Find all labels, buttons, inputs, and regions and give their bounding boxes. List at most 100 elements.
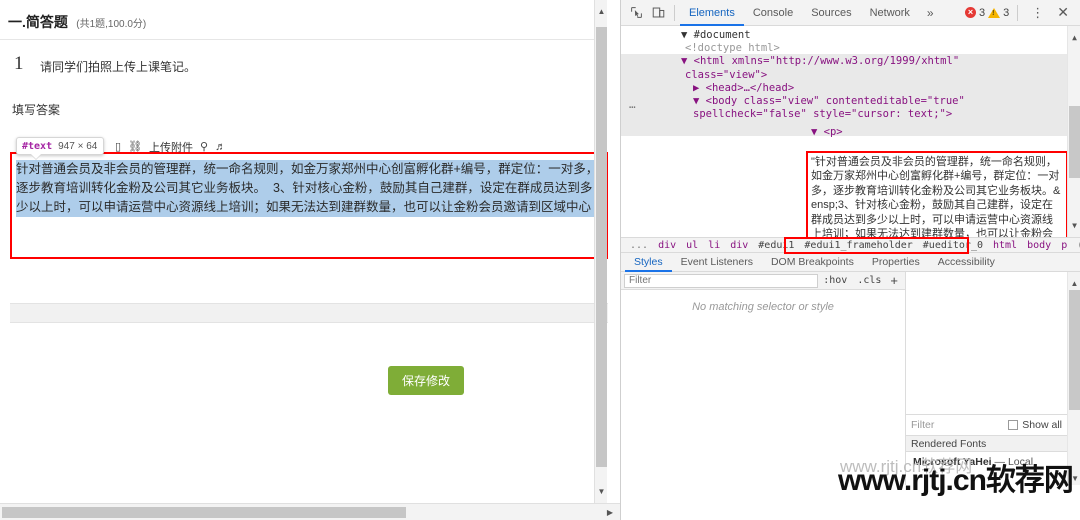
answer-selected-text[interactable]: 针对普通会员及非会员的管理群，统一命名规则，如金万家郑州中心创富孵化群+编号，群… bbox=[16, 160, 600, 217]
inspector-dimensions: 947 × 64 bbox=[58, 140, 98, 152]
styles-filter-bar: :hov .cls + bbox=[621, 272, 905, 290]
exam-page: 一.简答题 (共1题,100.0分) 1 请同学们拍照上传上课笔记。 填写答案 … bbox=[0, 0, 620, 520]
cls-toggle[interactable]: .cls bbox=[852, 275, 886, 286]
dom-tree-scrollbar[interactable]: ▲ ▼ bbox=[1067, 26, 1080, 237]
dom-line[interactable]: ▶ <head>…</head> bbox=[621, 82, 1067, 95]
tab-properties[interactable]: Properties bbox=[863, 253, 929, 272]
breadcrumb-item[interactable]: ... bbox=[625, 240, 653, 251]
fill-answer-label: 填写答案 bbox=[12, 103, 61, 117]
inspector-tooltip: #text 947 × 64 bbox=[16, 137, 105, 155]
scroll-up-arrow-icon[interactable]: ▲ bbox=[595, 4, 608, 19]
question-number: 1 bbox=[14, 53, 24, 74]
breadcrumb-item[interactable]: div bbox=[725, 240, 753, 251]
styles-filter-input[interactable] bbox=[624, 273, 819, 288]
hov-toggle[interactable]: :hov bbox=[818, 275, 852, 286]
toolbar-divider-2 bbox=[1017, 4, 1019, 21]
error-count: 3 bbox=[979, 6, 986, 19]
page-horizontal-scroll-thumb[interactable] bbox=[2, 507, 406, 518]
dom-line[interactable]: class="view"> bbox=[621, 69, 1067, 82]
page-horizontal-scrollbar[interactable]: ▶ bbox=[0, 503, 620, 520]
computed-scrollbar[interactable]: ▲ bbox=[1067, 272, 1080, 485]
dom-line[interactable]: <!doctype html> bbox=[621, 42, 1067, 55]
answer-editor-wrapper: 针对普通会员及非会员的管理群，统一命名规则，如金万家郑州中心创富孵化群+编号，群… bbox=[10, 152, 608, 259]
dom-ellipsis: … bbox=[629, 98, 637, 111]
breadcrumb-item[interactable]: p bbox=[1056, 240, 1072, 251]
styles-sidebar-tabs: Styles Event Listeners DOM Breakpoints P… bbox=[621, 253, 1080, 272]
breadcrumb-item-selected[interactable]: (text) bbox=[1072, 240, 1080, 251]
show-all-toggle[interactable]: Show all bbox=[1008, 419, 1062, 431]
devtools-toolbar-right: × 3 3 ⋮ ✕ bbox=[965, 4, 1076, 21]
computed-scroll-up-icon[interactable]: ▲ bbox=[1068, 276, 1080, 291]
answer-status-bar bbox=[10, 303, 608, 323]
more-tabs-icon[interactable]: » bbox=[919, 6, 942, 20]
dom-line[interactable]: spellcheck="false" style="cursor: text;"… bbox=[621, 108, 1067, 121]
error-icon: × bbox=[965, 7, 977, 18]
show-all-label: Show all bbox=[1022, 419, 1062, 431]
checkbox-icon[interactable] bbox=[1008, 420, 1019, 430]
selected-node-text[interactable]: "针对普通会员及非会员的管理群，统一命名规则，如金万家郑州中心创富孵化群+编号，… bbox=[811, 155, 1063, 237]
upload-attachment-button[interactable]: 上传附件 bbox=[149, 139, 193, 155]
rule-icon[interactable]: ▯ bbox=[115, 141, 121, 153]
breadcrumb-item[interactable]: ul bbox=[681, 240, 703, 251]
error-badge[interactable]: × 3 bbox=[965, 7, 985, 19]
rendered-fonts-header: Rendered Fonts bbox=[906, 435, 1067, 452]
save-button[interactable]: 保存修改 bbox=[388, 366, 465, 395]
warning-icon bbox=[988, 7, 1001, 18]
breadcrumb-item[interactable]: body bbox=[1022, 240, 1056, 251]
tab-dom-breakpoints[interactable]: DOM Breakpoints bbox=[762, 253, 863, 272]
page-vertical-scrollbar[interactable]: ▲ ▼ bbox=[594, 0, 607, 503]
dom-tree[interactable]: ▼ #document <!doctype html> ▼ <html xmln… bbox=[621, 26, 1080, 237]
styles-empty-message: No matching selector or style bbox=[692, 301, 834, 313]
devtools-menu-icon[interactable]: ⋮ bbox=[1026, 5, 1049, 21]
tab-sources[interactable]: Sources bbox=[802, 0, 860, 26]
music-icon[interactable]: ♬ bbox=[215, 141, 226, 153]
page-vertical-scroll-thumb[interactable] bbox=[596, 27, 607, 467]
devtools-panel: Elements Console Sources Network » × 3 3… bbox=[620, 0, 1080, 520]
dom-tree-scroll-thumb[interactable] bbox=[1069, 106, 1080, 178]
section-meta: (共1题,100.0分) bbox=[76, 19, 147, 30]
devtools-tabs: Elements Console Sources Network » bbox=[680, 0, 942, 26]
computed-filter-bar: Filter Show all bbox=[906, 416, 1067, 434]
tab-console[interactable]: Console bbox=[744, 0, 802, 26]
tab-elements[interactable]: Elements bbox=[680, 0, 744, 26]
breadcrumb-highlight-box bbox=[784, 237, 969, 254]
question-row: 1 请同学们拍照上传上课笔记。 bbox=[0, 40, 607, 75]
computed-scroll-thumb[interactable] bbox=[1069, 290, 1080, 410]
section-header: 一.简答题 (共1题,100.0分) bbox=[0, 0, 607, 40]
tab-event-listeners[interactable]: Event Listeners bbox=[672, 253, 762, 272]
dom-scroll-up-icon[interactable]: ▲ bbox=[1068, 30, 1080, 45]
scroll-down-arrow-icon[interactable]: ▼ bbox=[595, 484, 608, 499]
screenshot-root: 一.简答题 (共1题,100.0分) 1 请同学们拍照上传上课笔记。 填写答案 … bbox=[0, 0, 1080, 520]
breadcrumb-item[interactable]: li bbox=[703, 240, 725, 251]
answer-editor-highlight-box[interactable]: 针对普通会员及非会员的管理群，统一命名规则，如金万家郑州中心创富孵化群+编号，群… bbox=[10, 152, 608, 259]
inspector-tag-label: #text bbox=[22, 140, 53, 152]
warning-badge[interactable]: 3 bbox=[988, 7, 1009, 19]
breadcrumb-item[interactable]: html bbox=[988, 240, 1022, 251]
breadcrumb: ... div ul li div #edui1 #edui1_framehol… bbox=[621, 237, 1080, 254]
warning-count: 3 bbox=[1003, 6, 1010, 19]
scroll-right-arrow-icon[interactable]: ▶ bbox=[603, 504, 617, 520]
tab-accessibility[interactable]: Accessibility bbox=[929, 253, 1004, 272]
section-title: 一.简答题 bbox=[8, 14, 68, 30]
question-text: 请同学们拍照上传上课笔记。 bbox=[40, 60, 197, 74]
new-style-rule-button[interactable]: + bbox=[886, 273, 902, 288]
dom-scroll-down-icon[interactable]: ▼ bbox=[1068, 218, 1080, 233]
watermark: www.rjtj.cn软荐网 bbox=[838, 464, 1074, 497]
breadcrumb-item[interactable]: div bbox=[653, 240, 681, 251]
dom-line[interactable]: ▼ <body class="view" contenteditable="tr… bbox=[621, 95, 1067, 108]
mic-icon[interactable]: ⚲ bbox=[200, 141, 208, 153]
toolbar-divider bbox=[674, 4, 675, 21]
dom-line[interactable]: ▼ <html xmlns="http://www.w3.org/1999/xh… bbox=[621, 55, 1067, 68]
computed-properties-area bbox=[906, 272, 1067, 415]
editor-toolbar: ▯ ⛓ 上传附件 ⚲ ♬ bbox=[115, 139, 226, 155]
dom-line[interactable]: ▼ <p> bbox=[621, 126, 1067, 139]
link-icon[interactable]: ⛓ bbox=[128, 141, 142, 153]
computed-filter-input[interactable]: Filter bbox=[911, 419, 934, 431]
device-toolbar-icon[interactable] bbox=[647, 2, 669, 24]
selected-node-text-value: "针对普通会员及非会员的管理群，统一命名规则，如金万家郑州中心创富孵化群+编号，… bbox=[811, 156, 1061, 237]
tab-network[interactable]: Network bbox=[861, 0, 919, 26]
close-icon[interactable]: ✕ bbox=[1052, 4, 1074, 21]
dom-line[interactable]: ▼ #document bbox=[621, 29, 1067, 42]
inspect-cursor-icon[interactable] bbox=[625, 2, 647, 24]
tab-styles[interactable]: Styles bbox=[625, 253, 672, 272]
